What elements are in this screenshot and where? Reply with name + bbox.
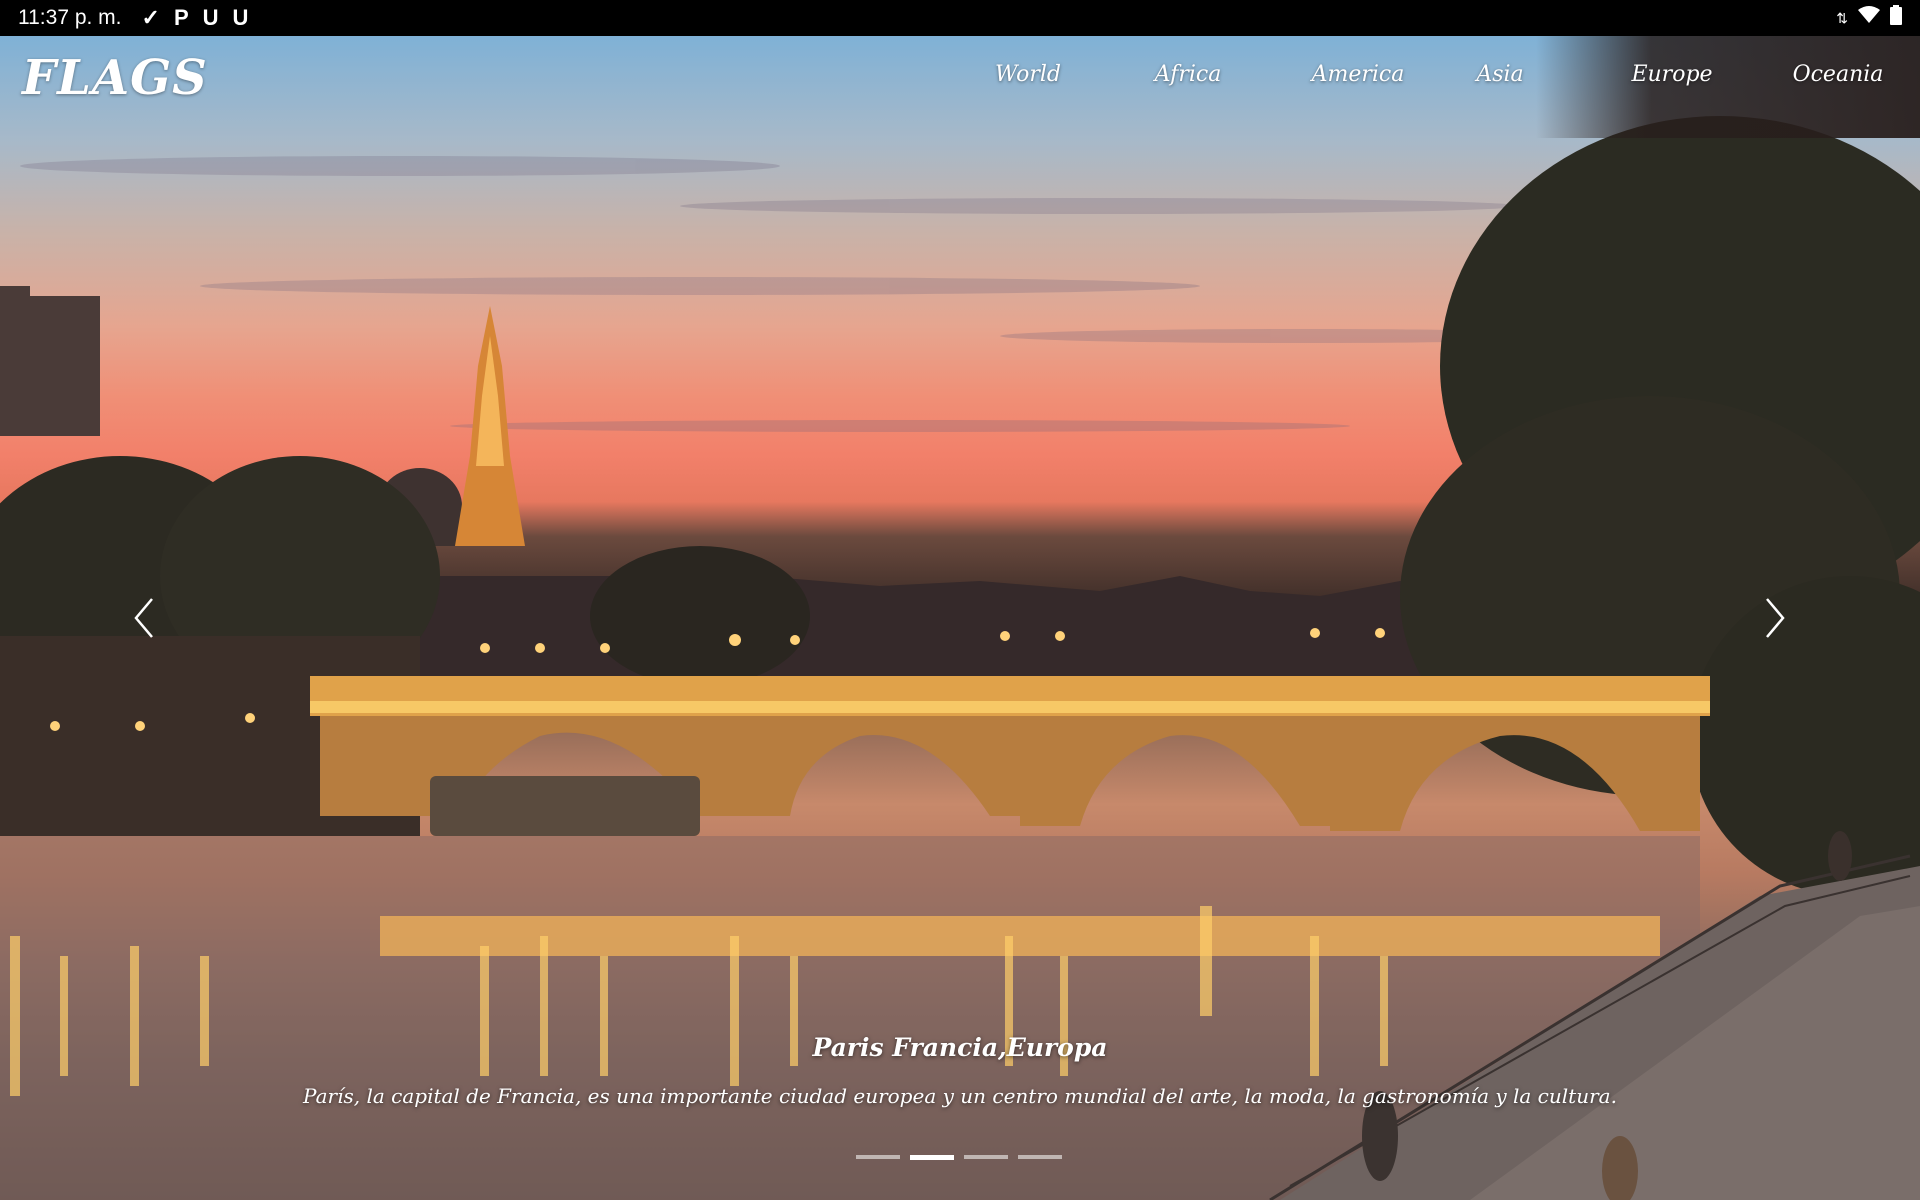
u-icon: U [232, 5, 249, 30]
carousel-indicator-active[interactable] [910, 1155, 954, 1160]
carousel-indicators [856, 1155, 1062, 1160]
wifi-icon [1858, 6, 1880, 30]
status-right-icons: ⇅ [1836, 5, 1902, 31]
carousel-indicator[interactable] [856, 1155, 900, 1159]
slide-title: Paris Francia,Europa [812, 1033, 1108, 1062]
nav-item-america[interactable]: America [1293, 62, 1423, 87]
paris-scene [0, 116, 1920, 1200]
data-arrows-icon: ⇅ [1836, 9, 1848, 26]
battery-icon [1890, 5, 1902, 31]
carousel-next-button[interactable] [1755, 595, 1795, 645]
nav-item-europe[interactable]: Europe [1607, 62, 1737, 87]
app-logo: FLAGS [22, 50, 208, 106]
status-time: 11:37 p. m. [18, 6, 122, 29]
chevron-right-icon [1763, 597, 1787, 643]
carousel-prev-button[interactable] [124, 595, 164, 645]
u-icon: U [202, 5, 219, 30]
carousel-indicator[interactable] [1018, 1155, 1062, 1159]
nav-item-world[interactable]: World [963, 62, 1093, 87]
status-bar: 11:37 p. m. ✓ P U U ⇅ [0, 0, 1920, 36]
nav-item-oceania[interactable]: Oceania [1773, 62, 1903, 87]
top-nav-bar: FLAGS World Africa America Asia Europe O… [0, 36, 1920, 138]
slide-description: París, la capital de Francia, es una imp… [303, 1084, 1617, 1108]
nav-item-asia[interactable]: Asia [1435, 62, 1565, 87]
check-icon: ✓ [141, 5, 160, 30]
carousel-indicator[interactable] [964, 1155, 1008, 1159]
carousel-slide-image [0, 36, 1920, 1200]
chevron-left-icon [132, 597, 156, 643]
nav-item-africa[interactable]: Africa [1123, 62, 1253, 87]
p-icon: P [173, 5, 189, 30]
